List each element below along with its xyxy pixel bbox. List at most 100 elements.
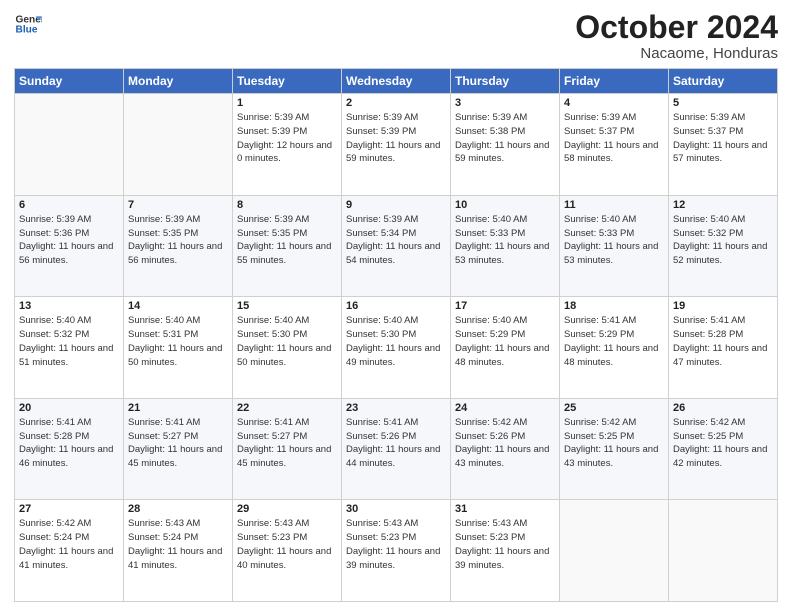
day-number: 29 [237, 503, 337, 515]
calendar-cell: 14 Sunrise: 5:40 AMSunset: 5:31 PMDayligh… [124, 297, 233, 399]
day-number: 22 [237, 402, 337, 414]
calendar-cell: 18 Sunrise: 5:41 AMSunset: 5:29 PMDayligh… [560, 297, 669, 399]
day-number: 7 [128, 199, 228, 211]
day-number: 25 [564, 402, 664, 414]
calendar-cell: 6 Sunrise: 5:39 AMSunset: 5:36 PMDaylight… [15, 195, 124, 297]
calendar-cell: 12 Sunrise: 5:40 AMSunset: 5:32 PMDayligh… [669, 195, 778, 297]
day-info: Sunrise: 5:43 AMSunset: 5:23 PMDaylight:… [346, 517, 446, 572]
day-info: Sunrise: 5:40 AMSunset: 5:29 PMDaylight:… [455, 314, 555, 369]
day-info: Sunrise: 5:39 AMSunset: 5:36 PMDaylight:… [19, 213, 119, 268]
calendar-cell: 1 Sunrise: 5:39 AMSunset: 5:39 PMDaylight… [233, 94, 342, 196]
weekday-header-saturday: Saturday [669, 69, 778, 94]
week-row-4: 27 Sunrise: 5:42 AMSunset: 5:24 PMDayligh… [15, 500, 778, 602]
day-number: 18 [564, 300, 664, 312]
day-number: 5 [673, 97, 773, 109]
day-info: Sunrise: 5:41 AMSunset: 5:26 PMDaylight:… [346, 416, 446, 471]
day-info: Sunrise: 5:43 AMSunset: 5:23 PMDaylight:… [237, 517, 337, 572]
day-number: 1 [237, 97, 337, 109]
day-number: 14 [128, 300, 228, 312]
weekday-header-wednesday: Wednesday [342, 69, 451, 94]
day-info: Sunrise: 5:40 AMSunset: 5:32 PMDaylight:… [19, 314, 119, 369]
logo-icon: General Blue [14, 10, 42, 38]
day-number: 3 [455, 97, 555, 109]
calendar-cell [560, 500, 669, 602]
day-number: 17 [455, 300, 555, 312]
day-info: Sunrise: 5:41 AMSunset: 5:28 PMDaylight:… [19, 416, 119, 471]
calendar-cell [124, 94, 233, 196]
day-info: Sunrise: 5:41 AMSunset: 5:27 PMDaylight:… [128, 416, 228, 471]
calendar-cell: 26 Sunrise: 5:42 AMSunset: 5:25 PMDayligh… [669, 398, 778, 500]
logo: General Blue [14, 10, 42, 38]
day-number: 6 [19, 199, 119, 211]
page: General Blue October 2024 Nacaome, Hondu… [0, 0, 792, 612]
day-info: Sunrise: 5:40 AMSunset: 5:30 PMDaylight:… [237, 314, 337, 369]
day-number: 13 [19, 300, 119, 312]
calendar-cell: 21 Sunrise: 5:41 AMSunset: 5:27 PMDayligh… [124, 398, 233, 500]
calendar-cell [15, 94, 124, 196]
day-number: 19 [673, 300, 773, 312]
day-info: Sunrise: 5:42 AMSunset: 5:24 PMDaylight:… [19, 517, 119, 572]
day-number: 11 [564, 199, 664, 211]
day-info: Sunrise: 5:42 AMSunset: 5:26 PMDaylight:… [455, 416, 555, 471]
weekday-header-tuesday: Tuesday [233, 69, 342, 94]
day-info: Sunrise: 5:43 AMSunset: 5:24 PMDaylight:… [128, 517, 228, 572]
calendar-cell: 9Sunrise: 5:39 AMSunset: 5:34 PMDaylight… [342, 195, 451, 297]
day-number: 31 [455, 503, 555, 515]
day-number: 12 [673, 199, 773, 211]
week-row-0: 1 Sunrise: 5:39 AMSunset: 5:39 PMDaylight… [15, 94, 778, 196]
day-number: 26 [673, 402, 773, 414]
day-info: Sunrise: 5:39 AMSunset: 5:37 PMDaylight:… [564, 111, 664, 166]
day-info: Sunrise: 5:41 AMSunset: 5:27 PMDaylight:… [237, 416, 337, 471]
location-title: Nacaome, Honduras [575, 45, 778, 62]
day-info: Sunrise: 5:39 AMSunset: 5:37 PMDaylight:… [673, 111, 773, 166]
day-info: Sunrise: 5:40 AMSunset: 5:32 PMDaylight:… [673, 213, 773, 268]
svg-text:Blue: Blue [16, 25, 38, 36]
day-number: 23 [346, 402, 446, 414]
calendar-cell: 8Sunrise: 5:39 AMSunset: 5:35 PMDaylight… [233, 195, 342, 297]
calendar-cell: 20 Sunrise: 5:41 AMSunset: 5:28 PMDayligh… [15, 398, 124, 500]
day-info: Sunrise: 5:39 AMSunset: 5:35 PMDaylight:… [237, 213, 337, 268]
calendar-cell: 2 Sunrise: 5:39 AMSunset: 5:39 PMDaylight… [342, 94, 451, 196]
day-number: 24 [455, 402, 555, 414]
day-number: 2 [346, 97, 446, 109]
calendar-cell: 27 Sunrise: 5:42 AMSunset: 5:24 PMDayligh… [15, 500, 124, 602]
day-number: 27 [19, 503, 119, 515]
calendar-cell: 11 Sunrise: 5:40 AMSunset: 5:33 PMDayligh… [560, 195, 669, 297]
day-info: Sunrise: 5:41 AMSunset: 5:28 PMDaylight:… [673, 314, 773, 369]
title-block: October 2024 Nacaome, Honduras [575, 10, 778, 62]
calendar-cell: 30 Sunrise: 5:43 AMSunset: 5:23 PMDayligh… [342, 500, 451, 602]
month-title: October 2024 [575, 10, 778, 45]
day-info: Sunrise: 5:42 AMSunset: 5:25 PMDaylight:… [673, 416, 773, 471]
calendar-cell: 24 Sunrise: 5:42 AMSunset: 5:26 PMDayligh… [451, 398, 560, 500]
day-number: 15 [237, 300, 337, 312]
calendar-cell: 13 Sunrise: 5:40 AMSunset: 5:32 PMDayligh… [15, 297, 124, 399]
header: General Blue October 2024 Nacaome, Hondu… [14, 10, 778, 62]
day-info: Sunrise: 5:39 AMSunset: 5:39 PMDaylight:… [237, 111, 337, 166]
weekday-header-row: SundayMondayTuesdayWednesdayThursdayFrid… [15, 69, 778, 94]
calendar-cell: 17 Sunrise: 5:40 AMSunset: 5:29 PMDayligh… [451, 297, 560, 399]
day-number: 10 [455, 199, 555, 211]
calendar-cell: 16Sunrise: 5:40 AMSunset: 5:30 PMDayligh… [342, 297, 451, 399]
calendar-cell: 10 Sunrise: 5:40 AMSunset: 5:33 PMDayligh… [451, 195, 560, 297]
day-info: Sunrise: 5:40 AMSunset: 5:33 PMDaylight:… [455, 213, 555, 268]
calendar-cell: 4Sunrise: 5:39 AMSunset: 5:37 PMDaylight… [560, 94, 669, 196]
day-info: Sunrise: 5:39 AMSunset: 5:39 PMDaylight:… [346, 111, 446, 166]
day-number: 30 [346, 503, 446, 515]
calendar-table: SundayMondayTuesdayWednesdayThursdayFrid… [14, 68, 778, 602]
day-number: 21 [128, 402, 228, 414]
calendar-cell: 31Sunrise: 5:43 AMSunset: 5:23 PMDayligh… [451, 500, 560, 602]
calendar-cell: 28Sunrise: 5:43 AMSunset: 5:24 PMDayligh… [124, 500, 233, 602]
day-info: Sunrise: 5:40 AMSunset: 5:31 PMDaylight:… [128, 314, 228, 369]
day-info: Sunrise: 5:42 AMSunset: 5:25 PMDaylight:… [564, 416, 664, 471]
day-number: 9 [346, 199, 446, 211]
calendar-cell: 25 Sunrise: 5:42 AMSunset: 5:25 PMDayligh… [560, 398, 669, 500]
day-info: Sunrise: 5:40 AMSunset: 5:30 PMDaylight:… [346, 314, 446, 369]
calendar-cell: 23 Sunrise: 5:41 AMSunset: 5:26 PMDayligh… [342, 398, 451, 500]
day-info: Sunrise: 5:39 AMSunset: 5:35 PMDaylight:… [128, 213, 228, 268]
day-number: 20 [19, 402, 119, 414]
day-info: Sunrise: 5:40 AMSunset: 5:33 PMDaylight:… [564, 213, 664, 268]
weekday-header-monday: Monday [124, 69, 233, 94]
weekday-header-friday: Friday [560, 69, 669, 94]
calendar-cell: 29 Sunrise: 5:43 AMSunset: 5:23 PMDayligh… [233, 500, 342, 602]
day-info: Sunrise: 5:41 AMSunset: 5:29 PMDaylight:… [564, 314, 664, 369]
